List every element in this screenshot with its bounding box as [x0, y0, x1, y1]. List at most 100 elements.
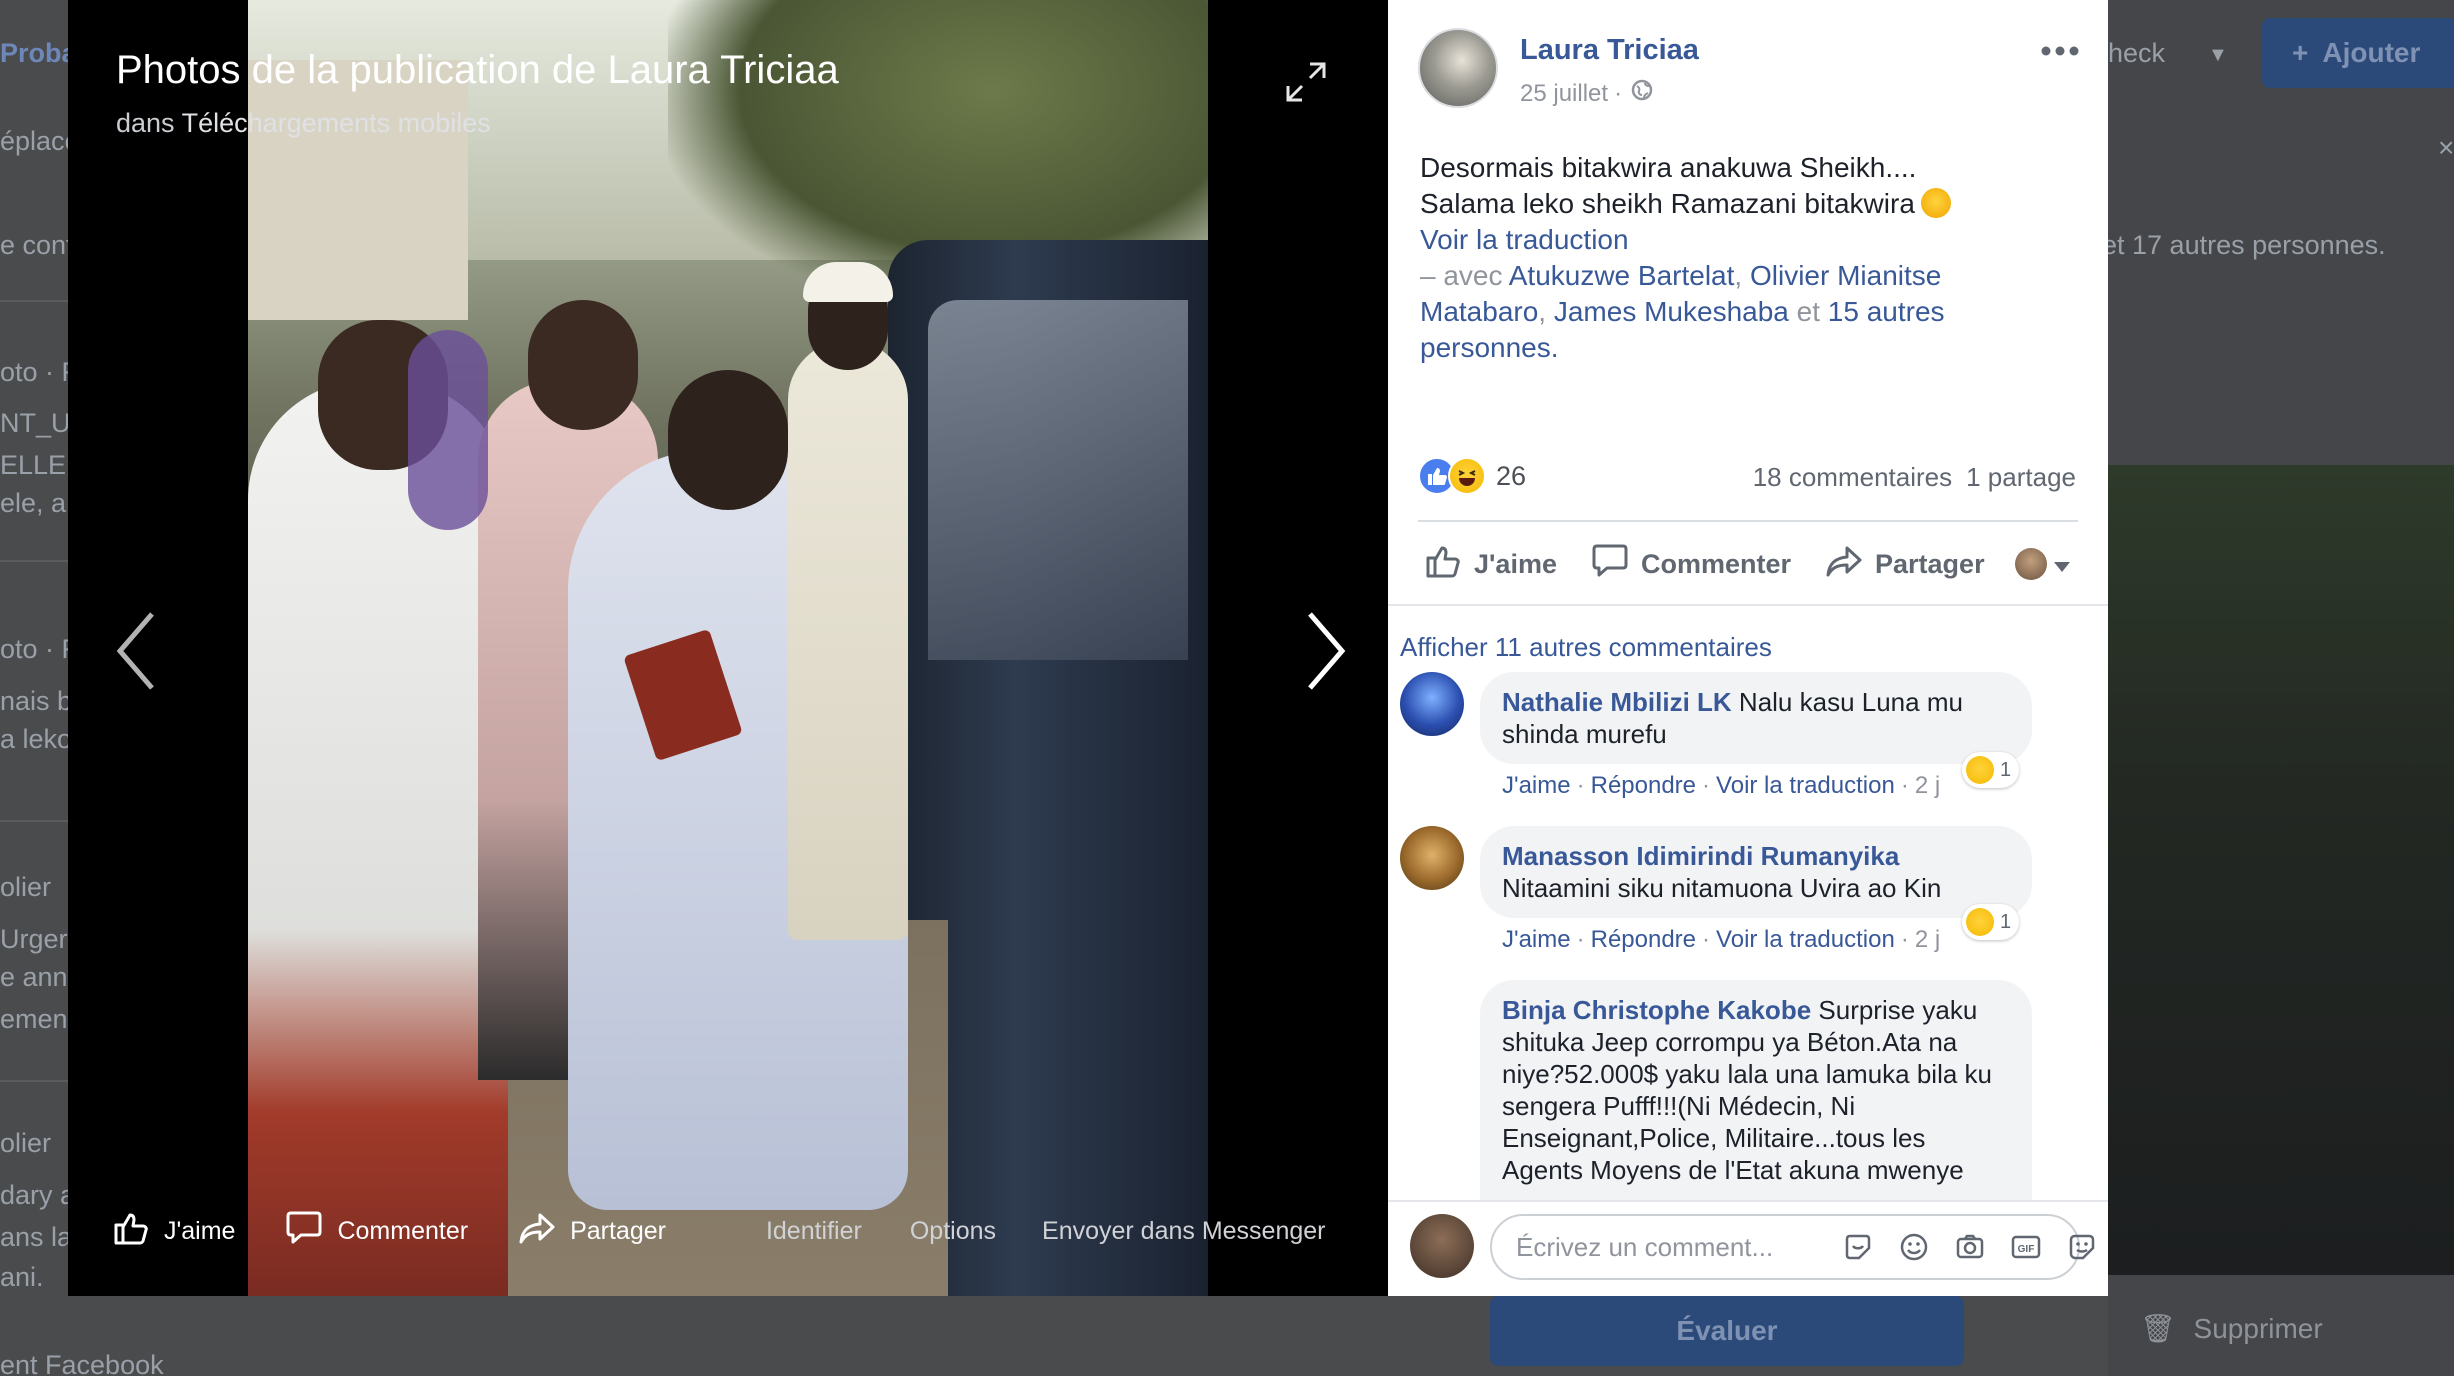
caret-down-icon [2053, 549, 2071, 580]
comment-reaction-badge[interactable]: 1 [1962, 904, 2020, 940]
chevron-right-icon[interactable] [1294, 606, 1354, 696]
identity-selector[interactable] [2014, 548, 2071, 580]
bg-fragment: ELLE [0, 450, 67, 480]
chevron-down-icon: ▼ [2208, 44, 2228, 66]
reaction-count: 26 [1496, 460, 1527, 491]
photo-comment-button[interactable]: Commenter [285, 1209, 468, 1254]
current-user-avatar[interactable] [1410, 1214, 1474, 1278]
more-icon[interactable] [2040, 44, 2080, 58]
sticker-pack-icon[interactable] [2062, 1227, 2102, 1267]
comment-text: Nitaamini siku nitamuona Uvira ao Kin [1502, 873, 1942, 903]
like-button[interactable]: J'aime [1424, 542, 1557, 587]
tagged-line-3: personnes. [1420, 332, 1559, 363]
bg-fragment: emen [0, 1004, 68, 1034]
comment-time[interactable]: 2 j [1915, 926, 1940, 953]
photo-title: Photos de la publication de Laura Tricia… [116, 48, 839, 92]
comment-composer: GIF [1490, 1214, 2095, 1280]
comments-count[interactable]: 18 commentaires [1753, 462, 1952, 493]
commenter-avatar[interactable] [1400, 672, 1464, 736]
haha-reaction-icon [1448, 457, 1486, 495]
post-action-bar: J'aime Commenter Partager [1418, 536, 2078, 592]
post-meta: 25 juillet · [1520, 78, 1654, 109]
commenter-name[interactable]: Nathalie Mbilizi LK [1502, 687, 1732, 717]
comment-text: Agents Moyens de l'Etat akuna mwenye [1502, 1155, 1964, 1185]
trash-icon: 🗑 [2140, 1313, 2176, 1344]
share-icon [1825, 542, 1875, 587]
post-text: Desormais bitakwira anakuwa Sheikh.... S… [1420, 150, 2070, 366]
comment-bubble: Binja Christophe Kakobe Surprise yaku sh… [1480, 980, 2032, 1200]
chevron-left-icon[interactable] [108, 606, 168, 696]
thumbs-up-icon [112, 1209, 164, 1254]
comment-text: sengera Pufff!!!(Ni Médecin, Ni [1502, 1091, 1856, 1121]
comment-bubble: Manasson Idimirindi Rumanyika Nitaamini … [1480, 826, 2032, 918]
comment-text: niye?52.000$ yaku lala una lamuka bila k… [1502, 1059, 1993, 1089]
comment-reaction-badge[interactable]: 1 [1962, 752, 2020, 788]
post-line-1: Desormais bitakwira anakuwa Sheikh.... [1420, 152, 1917, 183]
expand-icon[interactable] [1284, 60, 1328, 104]
photo-comment-label: Commenter [337, 1216, 469, 1245]
options-button[interactable]: Options [910, 1217, 996, 1246]
send-in-messenger-button[interactable]: Envoyer dans Messenger [1042, 1217, 1325, 1246]
photo-like-button[interactable]: J'aime [112, 1209, 235, 1254]
commenter-name[interactable]: Binja Christophe Kakobe [1502, 995, 1811, 1025]
comment-icon [1591, 542, 1641, 587]
post-date[interactable]: 25 juillet [1520, 80, 1608, 108]
commenter-avatar[interactable] [1400, 826, 1464, 890]
comment-like-button[interactable]: J'aime [1502, 926, 1571, 953]
avatar [2014, 548, 2047, 580]
tag-link[interactable]: Matabaro [1420, 296, 1538, 327]
photo-share-button[interactable]: Partager [518, 1209, 666, 1254]
author-avatar[interactable] [1418, 28, 1498, 108]
others-link[interactable]: personnes [1420, 332, 1551, 363]
background-photo [2108, 465, 2454, 1275]
photo[interactable] [248, 0, 1208, 1296]
reaction-summary[interactable]: 26 [1418, 454, 1526, 498]
author-name[interactable]: Laura Triciaa [1520, 34, 1699, 67]
bg-fragment: et 17 autres personnes. [2102, 230, 2386, 260]
tag-link[interactable]: Olivier Mianitse [1750, 260, 1941, 291]
thumbs-up-icon [1424, 542, 1474, 587]
camera-icon[interactable] [1950, 1227, 1990, 1267]
album-link[interactable]: Téléchargements mobiles [182, 108, 491, 138]
comment-time[interactable]: 2 j [1915, 772, 1940, 799]
comment: Binja Christophe Kakobe Surprise yaku sh… [1480, 980, 2080, 1200]
emoji-icon[interactable] [1894, 1227, 1934, 1267]
comment-reply-button[interactable]: Répondre [1591, 926, 1696, 953]
globe-icon [1622, 78, 1654, 109]
comment-bubble: Nathalie Mbilizi LK Nalu kasu Luna mu sh… [1480, 672, 2032, 764]
tagged-line-1: – avec Atukuzwe Bartelat, Olivier Mianit… [1420, 260, 1942, 291]
share-button[interactable]: Partager [1825, 542, 1985, 587]
share-label: Partager [1875, 548, 1985, 579]
comment-reply-button[interactable]: Répondre [1591, 772, 1696, 799]
comment-translate-link[interactable]: Voir la traduction [1716, 926, 1895, 953]
tag-link[interactable]: Atukuzwe Bartelat [1509, 260, 1735, 291]
comment-text: Enseignant,Police, Militaire...tous les [1502, 1123, 1926, 1153]
comment-input[interactable] [1516, 1231, 1816, 1263]
bg-fragment: ent Facebook [0, 1350, 164, 1376]
show-more-comments-link[interactable]: Afficher 11 autres commentaires [1400, 632, 1772, 663]
others-link[interactable]: 15 autres [1828, 296, 1945, 327]
comment-translate-link[interactable]: Voir la traduction [1716, 772, 1895, 799]
haha-reaction-icon [1966, 756, 1994, 784]
comment-like-button[interactable]: J'aime [1502, 772, 1571, 799]
sticker-icon[interactable] [1838, 1227, 1878, 1267]
meta-separator: · [1614, 79, 1623, 107]
see-translation-link[interactable]: Voir la traduction [1420, 222, 2070, 258]
divider [1388, 604, 2108, 606]
shares-count[interactable]: 1 partage [1966, 462, 2076, 493]
gif-icon[interactable]: GIF [2006, 1227, 2046, 1267]
comment-actions: J'aime · Répondre · Voir la traduction · 2 j [1502, 926, 1941, 953]
tag-link[interactable]: James Mukeshaba [1554, 296, 1789, 327]
bg-fragment: oto · F [0, 357, 79, 387]
bg-fragment: oto · F [0, 634, 79, 664]
post-line-2: Salama leko sheikh Ramazani bitakwira [1420, 186, 2070, 222]
comment-reaction-count: 1 [2000, 910, 2012, 933]
divider [1388, 1200, 2108, 1202]
comment-text: Surprise yaku [1818, 995, 1978, 1025]
add-button: + Ajouter [2262, 18, 2454, 88]
comment-button[interactable]: Commenter [1591, 542, 1791, 587]
commenter-name[interactable]: Manasson Idimirindi Rumanyika [1502, 841, 1899, 871]
tag-photo-button[interactable]: Identifier [766, 1217, 862, 1246]
bg-fragment: Proba [0, 38, 77, 68]
divider [1418, 520, 2078, 522]
